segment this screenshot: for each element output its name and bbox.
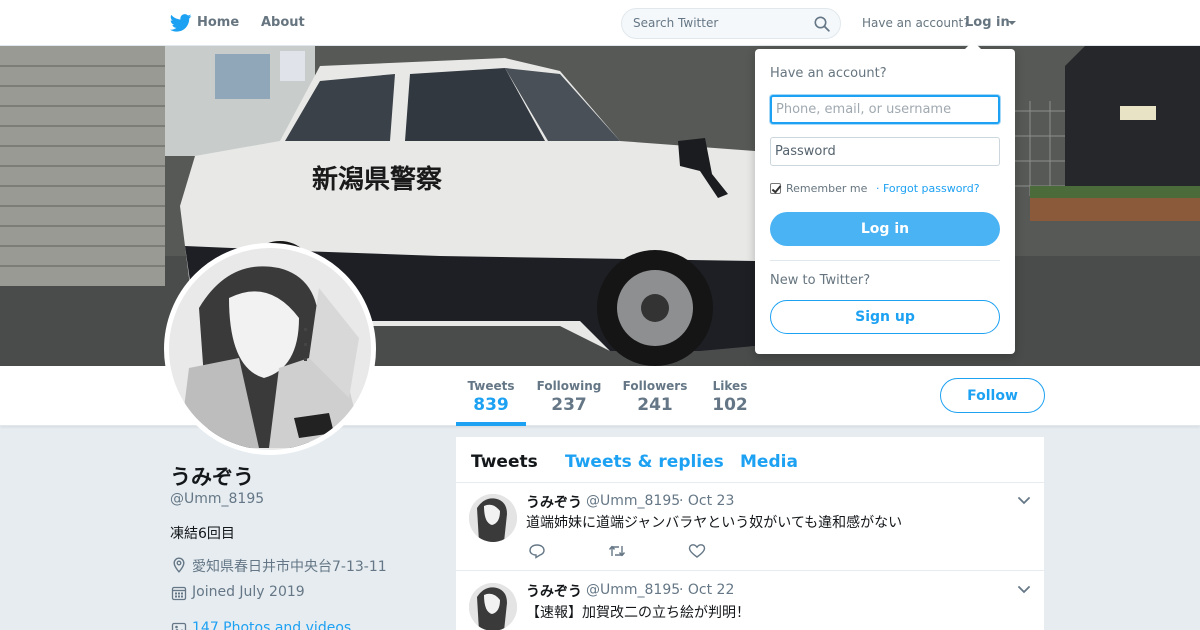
tweet-date[interactable]: · Oct 23 — [679, 493, 734, 509]
stat-likes[interactable]: Likes 102 — [700, 366, 760, 426]
top-nav: Home About Have an account? Log in — [0, 0, 1200, 46]
location-pin-icon — [173, 557, 185, 573]
remember-me-label[interactable]: Remember me — [786, 182, 867, 195]
search-input[interactable] — [633, 16, 803, 30]
stat-value: 102 — [712, 395, 748, 415]
joined-text: Joined July 2019 — [192, 584, 305, 600]
tab-tweets[interactable]: Tweets — [471, 452, 538, 472]
username-field[interactable] — [770, 95, 1000, 124]
stat-followers[interactable]: Followers 241 — [620, 366, 690, 426]
tweet-avatar-image — [469, 494, 517, 542]
profile-handle[interactable]: @Umm_8195 — [170, 491, 264, 507]
follow-button[interactable]: Follow — [940, 378, 1045, 413]
photo-icon — [171, 622, 187, 630]
chevron-down-icon[interactable] — [1018, 586, 1030, 594]
dropdown-divider — [770, 260, 1000, 261]
password-field[interactable] — [770, 137, 1000, 166]
nav-home-link[interactable]: Home — [197, 15, 239, 30]
search-icon[interactable] — [814, 16, 830, 32]
tweet-author-handle[interactable]: @Umm_8195 — [586, 582, 680, 598]
photos-videos-text[interactable]: 147 Photos and videos — [192, 620, 351, 630]
avatar-image — [169, 248, 371, 450]
login-dropdown-title: Have an account? — [770, 66, 887, 81]
tab-media[interactable]: Media — [740, 452, 798, 472]
tweet-text: 道端姉妹に道端ジャンバラヤという奴がいても違和感がない — [526, 515, 903, 531]
tweet-author-name[interactable]: うみぞう — [526, 492, 582, 512]
tweet-author-handle[interactable]: @Umm_8195 — [586, 493, 680, 509]
login-dropdown: Have an account? Remember me · Forgot pa… — [755, 41, 1015, 354]
location-text: 愛知県春日井市中央台7-13-11 — [192, 559, 387, 575]
stat-tweets[interactable]: Tweets 839 — [456, 366, 526, 426]
stat-value: 839 — [473, 395, 509, 415]
stat-value: 237 — [551, 395, 587, 415]
retweet-icon[interactable] — [608, 543, 626, 559]
timeline-tabs: Tweets Tweets & replies Media — [456, 437, 1044, 483]
profile-avatar[interactable] — [164, 243, 376, 455]
tweet-author-name[interactable]: うみぞう — [526, 581, 582, 601]
caret-down-icon[interactable] — [1008, 21, 1016, 25]
tab-tweets-replies[interactable]: Tweets & replies — [565, 452, 724, 472]
timeline: Tweets Tweets & replies Media うみぞう @Umm_… — [456, 437, 1044, 630]
tweet-avatar[interactable] — [469, 494, 517, 542]
tweet-avatar-image — [469, 583, 517, 630]
profile-name[interactable]: うみぞう — [170, 461, 254, 491]
banner-car-text: 新潟県警察 — [312, 164, 443, 195]
stat-label: Followers — [622, 379, 688, 393]
like-icon[interactable] — [688, 543, 706, 559]
calendar-icon — [171, 586, 187, 601]
stat-label: Tweets — [467, 379, 515, 393]
login-dropdown-toggle[interactable]: Log in — [965, 15, 1010, 30]
reply-icon[interactable] — [528, 543, 546, 559]
signup-button[interactable]: Sign up — [770, 300, 1000, 334]
tweet-text: 【速報】加賀改二の立ち絵が判明！ — [526, 605, 750, 621]
profile-bio: 凍結6回目 — [170, 526, 235, 542]
stat-following[interactable]: Following 237 — [534, 366, 604, 426]
tweet-item[interactable]: うみぞう @Umm_8195 · Oct 22 【速報】加賀改二の立ち絵が判明！ — [456, 571, 1044, 630]
tweet-item[interactable]: うみぞう @Umm_8195 · Oct 23 道端姉妹に道端ジャンバラヤという… — [456, 483, 1044, 571]
chevron-down-icon[interactable] — [1018, 497, 1030, 505]
stat-label: Following — [536, 379, 602, 393]
have-account-text: Have an account? — [862, 16, 970, 30]
stat-label: Likes — [712, 379, 748, 393]
dropdown-arrow — [965, 41, 981, 49]
tweet-date[interactable]: · Oct 22 — [679, 582, 734, 598]
nav-about-link[interactable]: About — [261, 15, 305, 30]
search-box[interactable] — [621, 8, 841, 39]
twitter-bird-icon[interactable] — [170, 14, 192, 32]
stat-value: 241 — [637, 395, 673, 415]
remember-me-checkbox[interactable] — [770, 183, 781, 194]
new-to-twitter-text: New to Twitter? — [770, 273, 871, 288]
login-button[interactable]: Log in — [770, 212, 1000, 246]
tweet-avatar[interactable] — [469, 583, 517, 630]
forgot-password-link[interactable]: · Forgot password? — [876, 182, 980, 195]
